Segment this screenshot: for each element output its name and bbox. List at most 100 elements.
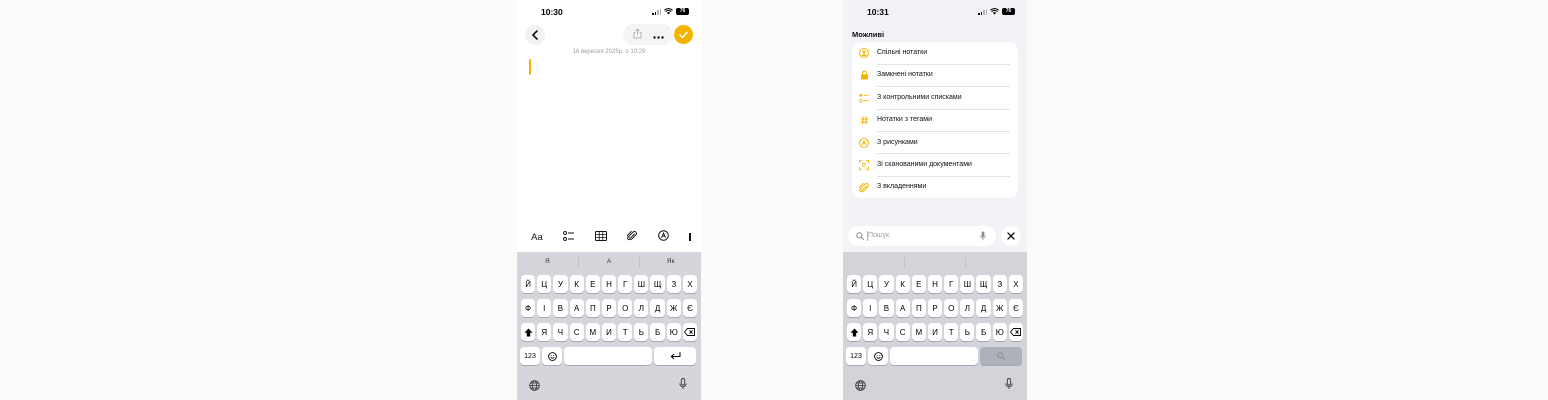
key[interactable]: Л xyxy=(634,299,649,317)
emoji-key[interactable] xyxy=(542,347,562,365)
key[interactable]: Я xyxy=(863,323,878,341)
suggestion-drawings[interactable]: З рисунками xyxy=(852,132,1018,154)
key[interactable]: Б xyxy=(650,323,665,341)
key[interactable]: И xyxy=(601,323,617,341)
back-button[interactable] xyxy=(525,25,545,45)
suggestion-shared-notes[interactable]: Спільні нотатки xyxy=(852,42,1018,65)
dictation-button[interactable] xyxy=(1005,377,1013,395)
key[interactable]: Д xyxy=(976,299,991,317)
share-button[interactable] xyxy=(633,26,642,44)
return-key[interactable] xyxy=(654,347,696,365)
key[interactable]: Й xyxy=(520,275,536,293)
delete-key[interactable] xyxy=(1008,323,1024,341)
emoji-key[interactable] xyxy=(868,347,888,365)
key[interactable]: Т xyxy=(618,323,633,341)
shift-key[interactable] xyxy=(846,323,862,341)
checklist-button[interactable] xyxy=(563,228,575,246)
key[interactable]: І xyxy=(537,299,552,317)
search-field[interactable]: Пошук xyxy=(848,226,996,246)
key[interactable]: Д xyxy=(650,299,665,317)
microphone-icon[interactable] xyxy=(980,231,986,241)
key[interactable]: Р xyxy=(601,299,617,317)
key[interactable]: Ц xyxy=(863,275,878,293)
close-search-button[interactable] xyxy=(1001,226,1021,246)
key[interactable]: Х xyxy=(682,275,698,293)
done-button[interactable] xyxy=(674,25,693,44)
key[interactable]: Ш xyxy=(634,275,649,293)
prediction-1[interactable]: Я xyxy=(517,252,578,272)
key[interactable]: С xyxy=(895,323,910,341)
key[interactable]: И xyxy=(927,323,943,341)
delete-key[interactable] xyxy=(682,323,698,341)
key[interactable]: П xyxy=(585,299,600,317)
key[interactable]: Є xyxy=(1008,299,1024,317)
key[interactable]: Г xyxy=(944,275,959,293)
key[interactable]: Ф xyxy=(846,299,862,317)
key[interactable]: Е xyxy=(911,275,926,293)
numbers-key[interactable]: 123 xyxy=(520,347,540,365)
key[interactable]: Є xyxy=(682,299,698,317)
key[interactable]: С xyxy=(569,323,584,341)
suggestion-checklists[interactable]: З контрольними списками xyxy=(852,87,1018,110)
key[interactable]: Ю xyxy=(666,323,681,341)
key[interactable]: В xyxy=(553,299,568,317)
key[interactable]: Л xyxy=(960,299,975,317)
key[interactable]: Щ xyxy=(650,275,665,293)
key[interactable]: К xyxy=(569,275,584,293)
key[interactable]: Я xyxy=(537,323,552,341)
key[interactable]: Ш xyxy=(960,275,975,293)
attachment-button[interactable] xyxy=(626,228,638,246)
key[interactable]: Й xyxy=(846,275,862,293)
key[interactable]: А xyxy=(895,299,910,317)
key[interactable]: Н xyxy=(927,275,943,293)
key[interactable]: Ь xyxy=(634,323,649,341)
key[interactable]: М xyxy=(911,323,926,341)
suggestion-locked-notes[interactable]: Замкнені нотатки xyxy=(852,64,1018,87)
suggestion-tagged-notes[interactable]: Нотатки з тегами xyxy=(852,109,1018,132)
format-text-button[interactable]: Aa xyxy=(531,232,543,243)
key[interactable]: Ф xyxy=(520,299,536,317)
key[interactable]: З xyxy=(992,275,1007,293)
space-key[interactable]: ⋯ xyxy=(890,347,978,365)
table-button[interactable] xyxy=(595,228,608,246)
key[interactable]: О xyxy=(944,299,959,317)
key[interactable]: М xyxy=(585,323,600,341)
key[interactable]: У xyxy=(879,275,894,293)
suggestion-scanned-docs[interactable]: Зі сканованими документами xyxy=(852,154,1018,177)
key[interactable]: З xyxy=(666,275,681,293)
key[interactable]: Х xyxy=(1008,275,1024,293)
key[interactable]: Н xyxy=(601,275,617,293)
key[interactable]: Ч xyxy=(553,323,568,341)
markup-button[interactable] xyxy=(657,228,669,246)
key[interactable]: Е xyxy=(585,275,600,293)
text-cursor[interactable] xyxy=(529,59,531,75)
key[interactable]: У xyxy=(553,275,568,293)
key[interactable]: І xyxy=(863,299,878,317)
key[interactable]: Г xyxy=(618,275,633,293)
key[interactable]: П xyxy=(911,299,926,317)
key[interactable]: А xyxy=(569,299,584,317)
key[interactable]: К xyxy=(895,275,910,293)
key[interactable]: Ь xyxy=(960,323,975,341)
key[interactable]: Ж xyxy=(666,299,681,317)
key[interactable]: Б xyxy=(976,323,991,341)
numbers-key[interactable]: 123 xyxy=(846,347,866,365)
key[interactable]: В xyxy=(879,299,894,317)
globe-button[interactable] xyxy=(529,378,540,396)
key[interactable]: Р xyxy=(927,299,943,317)
prediction-3[interactable]: Як xyxy=(640,252,701,272)
key[interactable]: Ц xyxy=(537,275,552,293)
suggestion-attachments[interactable]: З вкладеннями xyxy=(852,176,1018,198)
key[interactable]: Т xyxy=(944,323,959,341)
prediction-2[interactable]: А xyxy=(579,252,640,272)
dictation-button[interactable] xyxy=(679,377,687,395)
key[interactable]: Ч xyxy=(879,323,894,341)
space-key[interactable]: ⋯ xyxy=(564,347,652,365)
key[interactable]: О xyxy=(618,299,633,317)
key[interactable]: Ю xyxy=(992,323,1007,341)
globe-button[interactable] xyxy=(855,378,866,396)
search-key[interactable] xyxy=(980,347,1022,365)
key[interactable]: Щ xyxy=(976,275,991,293)
shift-key[interactable] xyxy=(520,323,536,341)
more-button[interactable] xyxy=(652,26,664,44)
